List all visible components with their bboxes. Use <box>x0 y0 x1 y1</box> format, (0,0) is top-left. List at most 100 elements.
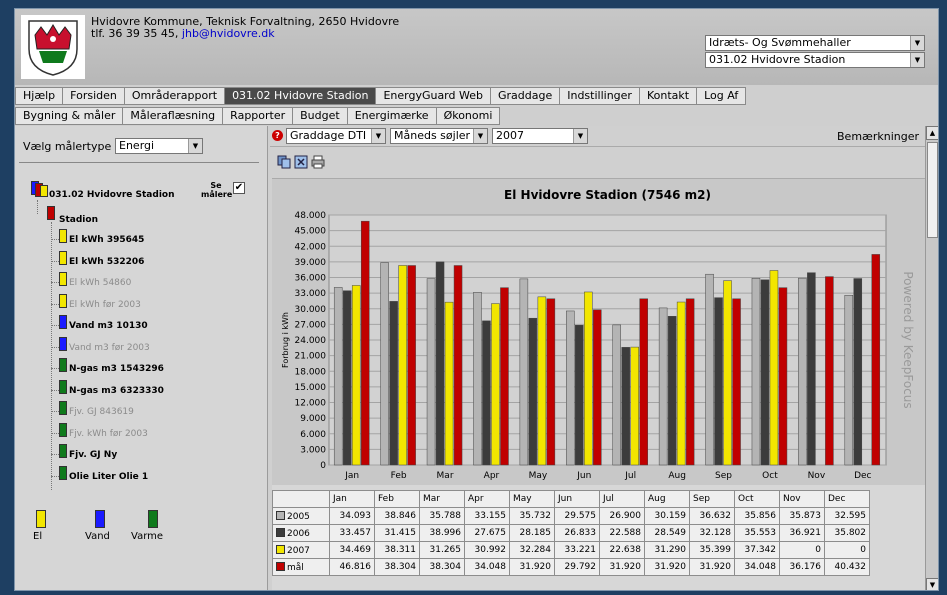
meter-item[interactable]: El kWh 532206 <box>69 257 144 267</box>
bar-2005-Dec <box>844 294 854 466</box>
tab-home[interactable]: Forsiden <box>63 87 125 105</box>
table-cell: 35.399 <box>689 541 735 559</box>
bar-mål-Sep <box>732 298 741 466</box>
table-cell: 0 <box>824 541 870 559</box>
bar-mål-Feb <box>407 265 416 466</box>
chevron-down-icon: ▼ <box>188 139 202 153</box>
excel-export-icon[interactable] <box>294 155 308 169</box>
meter-item[interactable]: Vand m3 10130 <box>69 321 148 331</box>
y-tick-label: 6.000 <box>300 430 326 440</box>
table-cell: 34.048 <box>464 558 510 576</box>
tab-meter-readings[interactable]: Måleraflæsning <box>123 107 224 125</box>
bar-2005-Nov <box>798 277 807 466</box>
tab-contact[interactable]: Kontakt <box>639 87 698 105</box>
x-tick-label: Jun <box>576 471 591 481</box>
tab-budget[interactable]: Budget <box>293 107 348 125</box>
series-swatch <box>276 544 285 554</box>
se-malere-checkbox[interactable]: ✔ <box>233 182 245 194</box>
bar-2006-Dec <box>853 278 863 466</box>
bar-2007-Apr <box>491 303 500 466</box>
meter-item[interactable]: N-gas m3 6323330 <box>69 386 164 396</box>
tab-reports[interactable]: Rapporter <box>223 107 294 125</box>
header-email-link[interactable]: jhb@hvidovre.dk <box>182 27 275 40</box>
y-tick-label: 48.000 <box>295 211 327 221</box>
year-select[interactable]: 2007 ▼ <box>492 128 588 144</box>
table-cell: 33.155 <box>464 507 510 525</box>
tree-connector <box>51 368 59 369</box>
legend-swatch <box>95 510 105 528</box>
help-icon[interactable]: ? <box>272 130 283 141</box>
bar-mål-Dec <box>871 254 881 466</box>
tree-root[interactable]: 031.02 Hvidovre Stadion <box>49 190 175 200</box>
bar-mål-Jul <box>639 298 648 466</box>
meter-type-select[interactable]: Energi ▼ <box>115 138 203 154</box>
y-tick-label: 27.000 <box>295 320 327 330</box>
meter-item[interactable]: Fjv. GJ Ny <box>69 450 117 460</box>
meter-item[interactable]: El kWh 54860 <box>69 278 131 288</box>
table-cell: 36.921 <box>779 524 825 542</box>
tab-settings[interactable]: Indstillinger <box>560 87 640 105</box>
scroll-down-icon[interactable]: ▼ <box>926 578 938 590</box>
x-tick-label: Jan <box>344 471 359 481</box>
y-tick-label: 45.000 <box>295 227 327 237</box>
meter-item[interactable]: N-gas m3 1543296 <box>69 364 164 374</box>
tab-logout[interactable]: Log Af <box>697 87 747 105</box>
bar-2007-Mar <box>444 301 454 466</box>
view-select[interactable]: Måneds søjler ▼ <box>390 128 488 144</box>
series-name: mål <box>287 562 304 573</box>
chevron-down-icon: ▼ <box>910 53 924 67</box>
table-row-label: 2006 <box>272 524 330 542</box>
x-tick-label: May <box>529 471 548 481</box>
meter-swatch <box>59 229 67 243</box>
tab-energyguard[interactable]: EnergyGuard Web <box>376 87 491 105</box>
scroll-up-icon[interactable]: ▲ <box>926 126 938 140</box>
tree-connector <box>51 475 59 477</box>
table-cell: 37.342 <box>734 541 780 559</box>
scroll-thumb[interactable] <box>927 142 938 238</box>
y-tick-label: 21.000 <box>295 352 327 362</box>
table-cell: 38.304 <box>419 558 465 576</box>
bar-mål-Oct <box>778 287 788 466</box>
tab-help[interactable]: Hjælp <box>15 87 64 105</box>
meter-item[interactable]: El kWh før 2003 <box>69 300 141 310</box>
degree-day-select[interactable]: Graddage DTI ▼ <box>286 128 386 144</box>
x-tick-label: Feb <box>391 471 407 481</box>
meter-item[interactable]: Vand m3 før 2003 <box>69 343 150 353</box>
category-select[interactable]: Idræts- Og Svømmehaller ▼ <box>705 35 925 51</box>
tab-degree-days[interactable]: Graddage <box>490 87 561 105</box>
table-month-header: Oct <box>734 490 780 508</box>
table-cell: 31.265 <box>419 541 465 559</box>
tree-group-stadion[interactable]: Stadion <box>59 215 98 225</box>
vertical-scrollbar[interactable]: ▲ ▼ <box>925 126 938 590</box>
copy-icon[interactable] <box>277 155 291 169</box>
table-row: 2007 34.469 38.311 31.265 30.992 32.284 33.221… <box>272 541 870 559</box>
series-swatch <box>276 561 285 571</box>
meter-item[interactable]: Fjv. kWh før 2003 <box>69 429 148 439</box>
bar-2006-May <box>528 317 538 466</box>
meter-swatch <box>59 422 67 437</box>
table-cell: 31.920 <box>689 558 735 576</box>
meter-item[interactable]: Fjv. GJ 843619 <box>69 407 134 417</box>
tab-economy[interactable]: Økonomi <box>436 107 501 125</box>
table-cell: 30.992 <box>464 541 510 559</box>
tab-energy-label[interactable]: Energimærke <box>347 107 437 125</box>
table-cell: 31.920 <box>644 558 690 576</box>
bar-2006-Apr <box>482 320 491 466</box>
tab-building-meters[interactable]: Bygning & måler <box>15 107 124 125</box>
meter-swatch <box>59 465 67 480</box>
table-cell: 29.575 <box>554 507 600 525</box>
tab-area-report[interactable]: Områderapport <box>124 87 226 105</box>
tree-connector <box>51 303 59 305</box>
print-icon[interactable] <box>311 155 325 169</box>
tab-building[interactable]: 031.02 Hvidovre Stadion <box>225 87 377 105</box>
building-select[interactable]: 031.02 Hvidovre Stadion ▼ <box>705 52 925 68</box>
bar-2005-Jan <box>333 287 343 466</box>
table-cell: 27.675 <box>464 524 510 542</box>
meter-item[interactable]: El kWh 395645 <box>69 235 144 245</box>
table-cell: 31.920 <box>509 558 555 576</box>
chart-toolbar: ? Graddage DTI ▼ Måneds søjler ▼ 2007 ▼ … <box>270 126 925 146</box>
table-cell: 46.816 <box>329 558 375 576</box>
meter-item[interactable]: Olie Liter Olie 1 <box>69 472 148 482</box>
remarks-link[interactable]: Bemærkninger <box>837 130 919 143</box>
bar-mål-Mar <box>453 265 463 466</box>
